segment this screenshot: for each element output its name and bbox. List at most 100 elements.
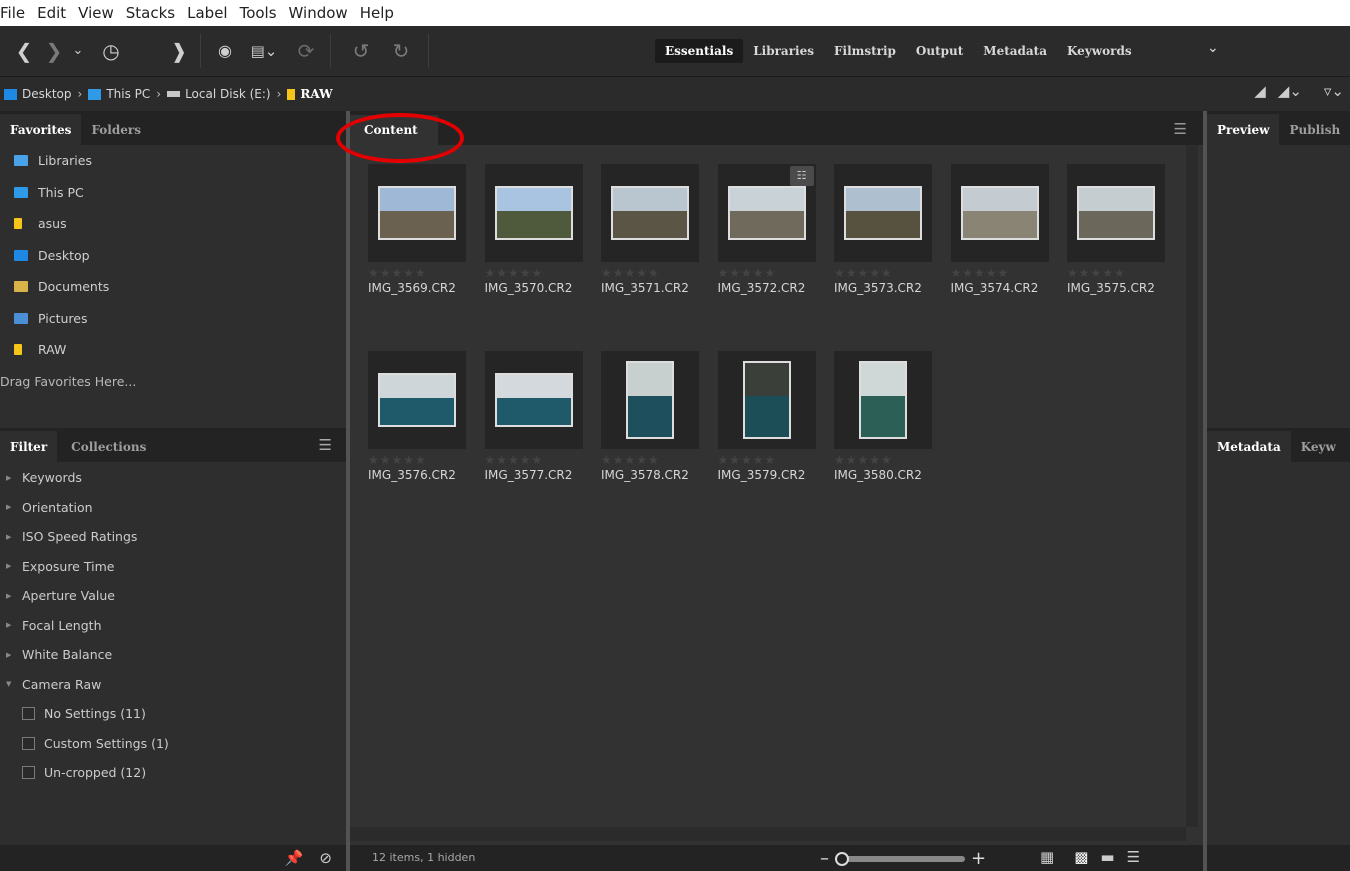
thumbnail-item[interactable]: ★★★★★ IMG_3570.CR2 — [484, 164, 583, 295]
grid-lock-icon[interactable]: ▦ — [1040, 848, 1054, 866]
breadcrumb-this-pc[interactable]: This PC — [88, 87, 150, 101]
thumbnail-frame[interactable] — [950, 164, 1049, 262]
workspace-more-chevron-icon[interactable]: ⌄ — [1207, 40, 1219, 56]
rotate-right-icon[interactable]: ↻ — [390, 36, 412, 66]
favorite-libraries[interactable]: Libraries — [0, 145, 346, 177]
rating-stars[interactable]: ★★★★★ — [1067, 266, 1165, 280]
favorite-desktop[interactable]: Desktop — [0, 240, 346, 272]
filter-white-balance[interactable]: ▶ White Balance — [0, 640, 346, 670]
thumbnail-frame[interactable] — [834, 164, 932, 262]
panel-menu-icon[interactable]: ☰ — [319, 436, 332, 454]
thumbnail-item[interactable]: ★★★★★ IMG_3569.CR2 — [368, 164, 466, 295]
thumbnail-frame[interactable] — [1067, 164, 1165, 262]
favorite-documents[interactable]: Documents — [0, 271, 346, 303]
thumbnail-item[interactable]: ☷ ★★★★★ IMG_3572.CR2 — [717, 164, 816, 295]
refine-icon[interactable]: ▤⌄ — [246, 36, 282, 66]
thumbnail-item[interactable]: ★★★★★ IMG_3580.CR2 — [834, 351, 932, 482]
horizontal-scrollbar[interactable] — [350, 827, 1186, 841]
thumbnail-frame[interactable]: ☷ — [717, 164, 816, 262]
thumbnail-item[interactable]: ★★★★★ IMG_3574.CR2 — [950, 164, 1049, 295]
filter-option-custom-settings[interactable]: Custom Settings (1) — [0, 729, 346, 759]
thumbnail-quality-icon[interactable]: ◢⌄ — [1278, 82, 1302, 100]
filter-keywords[interactable]: ▶ Keywords — [0, 463, 346, 493]
workspace-essentials[interactable]: Essentials — [655, 39, 744, 63]
menu-file[interactable]: File — [0, 4, 31, 22]
workspace-metadata[interactable]: Metadata — [973, 39, 1057, 63]
tab-content[interactable]: Content — [336, 113, 464, 163]
filter-funnel-icon[interactable]: ▿⌄ — [1324, 82, 1344, 100]
rotate-left-icon[interactable]: ↺ — [350, 36, 372, 66]
tab-favorites[interactable]: Favorites — [0, 114, 82, 145]
tab-keywords[interactable]: Keyw — [1291, 431, 1346, 462]
sync-icon[interactable]: ⟳ — [296, 36, 316, 66]
tab-filter[interactable]: Filter — [0, 431, 58, 462]
zoom-slider[interactable] — [835, 851, 965, 866]
workspace-libraries[interactable]: Libraries — [743, 39, 824, 63]
filter-option-un-cropped[interactable]: Un-cropped (12) — [0, 758, 346, 788]
thumbnail-item[interactable]: ★★★★★ IMG_3576.CR2 — [368, 351, 466, 482]
breadcrumb-raw[interactable]: RAW — [287, 87, 333, 101]
checkbox[interactable] — [22, 707, 35, 721]
tab-collections[interactable]: Collections — [61, 431, 156, 462]
filter-orientation[interactable]: ▶ Orientation — [0, 493, 346, 523]
view-list-icon[interactable]: ☰ — [1127, 848, 1140, 866]
thumbnail-frame[interactable] — [484, 164, 583, 262]
menu-tools[interactable]: Tools — [234, 4, 283, 22]
thumbnail-frame[interactable] — [834, 351, 932, 449]
filter-exposure-time[interactable]: ▶ Exposure Time — [0, 552, 346, 582]
thumbnail-frame[interactable] — [717, 351, 816, 449]
forward-icon[interactable]: ❯ — [44, 36, 64, 66]
rating-stars[interactable]: ★★★★★ — [834, 266, 932, 280]
favorite-asus[interactable]: asus — [0, 208, 346, 240]
breadcrumb-desktop[interactable]: Desktop — [4, 87, 72, 101]
view-details-icon[interactable]: ▬ — [1100, 848, 1114, 866]
filter-aperture[interactable]: ▶ Aperture Value — [0, 581, 346, 611]
filter-option-no-settings[interactable]: No Settings (11) — [0, 699, 346, 729]
zoom-slider-handle[interactable] — [835, 851, 849, 866]
menu-window[interactable]: Window — [283, 4, 354, 22]
view-thumbnails-icon[interactable]: ▩ — [1074, 848, 1088, 866]
rating-stars[interactable]: ★★★★★ — [951, 266, 1049, 280]
rating-stars[interactable]: ★★★★★ — [834, 453, 932, 467]
quality-icon[interactable]: ◢ — [1254, 82, 1266, 100]
rating-stars[interactable]: ★★★★★ — [368, 453, 466, 467]
rating-stars[interactable]: ★★★★★ — [485, 266, 583, 280]
menu-edit[interactable]: Edit — [31, 4, 72, 22]
zoom-in-icon[interactable]: + — [971, 848, 986, 869]
thumbnail-frame[interactable] — [601, 164, 699, 262]
checkbox[interactable] — [22, 766, 35, 780]
workspace-keywords[interactable]: Keywords — [1057, 39, 1142, 63]
favorite-this-pc[interactable]: This PC — [0, 177, 346, 209]
chevron-down-icon[interactable]: ⌄ — [70, 36, 86, 66]
menu-help[interactable]: Help — [354, 4, 400, 22]
thumbnail-frame[interactable] — [368, 164, 466, 262]
checkbox[interactable] — [22, 736, 35, 750]
thumbnail-item[interactable]: ★★★★★ IMG_3573.CR2 — [834, 164, 932, 295]
filter-iso[interactable]: ▶ ISO Speed Ratings — [0, 522, 346, 552]
filter-focal-length[interactable]: ▶ Focal Length — [0, 611, 346, 641]
thumbnail-item[interactable]: ★★★★★ IMG_3579.CR2 — [717, 351, 816, 482]
panel-menu-icon[interactable]: ☰ — [1174, 120, 1187, 138]
rating-stars[interactable]: ★★★★★ — [718, 453, 816, 467]
menu-view[interactable]: View — [72, 4, 120, 22]
thumbnail-item[interactable]: ★★★★★ IMG_3577.CR2 — [484, 351, 583, 482]
menu-label[interactable]: Label — [181, 4, 233, 22]
workspace-filmstrip[interactable]: Filmstrip — [824, 39, 906, 63]
thumbnail-frame[interactable] — [368, 351, 466, 449]
rating-stars[interactable]: ★★★★★ — [601, 266, 699, 280]
rating-stars[interactable]: ★★★★★ — [718, 266, 816, 280]
recent-history-icon[interactable]: ◷ — [98, 36, 124, 66]
rating-stars[interactable]: ★★★★★ — [485, 453, 583, 467]
rating-stars[interactable]: ★★★★★ — [368, 266, 466, 280]
thumbnail-item[interactable]: ★★★★★ IMG_3575.CR2 — [1067, 164, 1165, 295]
back-icon[interactable]: ❮ — [12, 36, 36, 66]
camera-import-icon[interactable]: ◉ — [212, 36, 238, 66]
thumbnail-frame[interactable] — [484, 351, 583, 449]
zoom-out-icon[interactable]: – — [820, 848, 829, 869]
pin-icon[interactable]: 📌 — [285, 849, 304, 867]
boomerang-icon[interactable]: ❱ — [168, 36, 190, 66]
tab-metadata[interactable]: Metadata — [1207, 431, 1291, 462]
tab-preview[interactable]: Preview — [1207, 114, 1280, 145]
menu-stacks[interactable]: Stacks — [120, 4, 181, 22]
thumbnail-item[interactable]: ★★★★★ IMG_3571.CR2 — [601, 164, 699, 295]
